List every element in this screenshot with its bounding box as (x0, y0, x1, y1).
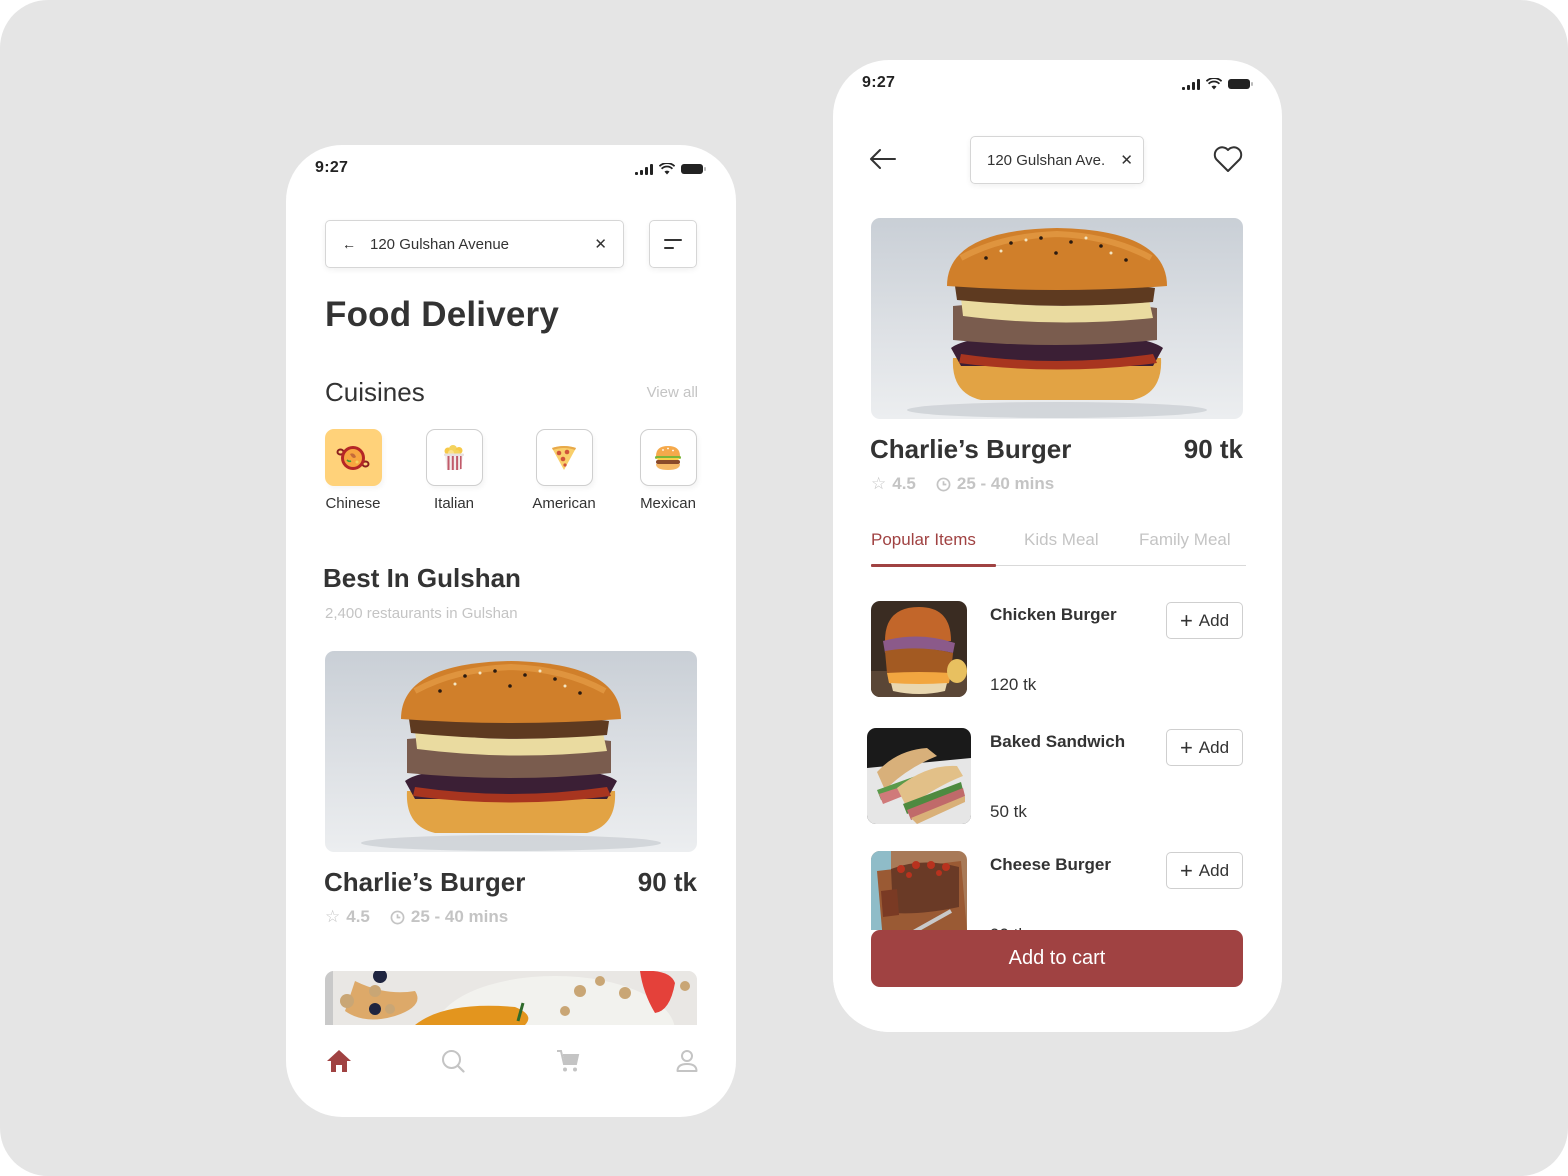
rating: 4.5 (346, 907, 370, 926)
cuisine-label: Mexican (640, 495, 696, 512)
restaurant-image[interactable] (325, 971, 697, 1025)
cuisine-american[interactable]: American (519, 429, 609, 512)
menu-tabs: Popular Items Kids Meal Family Meal (871, 530, 1246, 567)
add-label: Add (1198, 737, 1230, 757)
item-price: 50 tk (990, 802, 1027, 821)
canvas-background: 9:27 ← ✕ Food Delivery Cuisines View all… (0, 0, 1568, 1176)
burger-icon (639, 429, 697, 486)
restaurant-image[interactable] (325, 651, 697, 852)
page-title: Food Delivery (325, 295, 560, 334)
star-icon: ☆ (871, 474, 887, 493)
popcorn-icon (425, 429, 483, 486)
active-tab-indicator (871, 564, 996, 567)
status-time: 9:27 (315, 159, 349, 176)
wifi-icon (659, 163, 675, 175)
address-text: 120 Gulshan Ave. (987, 151, 1106, 169)
item-image (867, 728, 971, 824)
signal-icon (1182, 78, 1200, 90)
nav-cart[interactable] (553, 1046, 583, 1076)
restaurant-name: Charlie’s Burger (870, 434, 1072, 464)
heart-icon[interactable] (1213, 145, 1243, 173)
add-to-cart-button[interactable]: Add to cart (871, 930, 1243, 987)
add-label: Add (1198, 860, 1230, 880)
add-item-button[interactable]: + Add (1166, 602, 1243, 639)
item-price: 120 tk (990, 675, 1037, 694)
cuisine-italian[interactable]: Italian (409, 429, 499, 512)
cuisine-mexican[interactable]: Mexican (623, 429, 713, 512)
cuisines-heading: Cuisines (325, 377, 425, 407)
address-chip[interactable]: 120 Gulshan Ave. ✕ (970, 136, 1144, 184)
status-icons (1182, 78, 1253, 90)
star-icon: ☆ (325, 907, 341, 926)
restaurant-meta: ☆ 4.5 25 - 40 mins (325, 907, 508, 927)
plus-icon: + (1179, 607, 1193, 633)
restaurant-meta: ☆ 4.5 25 - 40 mins (871, 474, 1054, 494)
cuisine-chinese[interactable]: Chinese (308, 429, 398, 512)
arrow-left-icon[interactable]: ← (342, 236, 370, 252)
item-name: Baked Sandwich (990, 732, 1126, 751)
restaurant-detail-screen: 9:27 120 Gulshan Ave. ✕ Charlie’s Burger… (833, 60, 1282, 1032)
close-icon[interactable]: ✕ (1120, 151, 1133, 169)
tab-popular-items[interactable]: Popular Items (871, 530, 976, 550)
wifi-icon (1206, 78, 1222, 90)
status-icons (635, 163, 706, 175)
restaurant-name[interactable]: Charlie’s Burger (324, 867, 525, 898)
plus-icon: + (1179, 857, 1193, 883)
item-name: Cheese Burger (990, 855, 1111, 874)
tab-kids-meal[interactable]: Kids Meal (1024, 530, 1099, 550)
cart-icon (557, 1050, 580, 1072)
close-icon[interactable]: ✕ (594, 235, 607, 253)
nav-home[interactable] (324, 1046, 354, 1076)
home-screen: 9:27 ← ✕ Food Delivery Cuisines View all… (286, 145, 736, 1117)
user-icon (676, 1050, 698, 1072)
tab-family-meal[interactable]: Family Meal (1139, 530, 1231, 550)
restaurant-count: 2,400 restaurants in Gulshan (325, 605, 518, 622)
item-name: Chicken Burger (990, 605, 1117, 624)
status-time: 9:27 (862, 74, 896, 91)
paella-pan-icon (324, 429, 382, 486)
add-item-button[interactable]: + Add (1166, 729, 1243, 766)
menu-item: Chicken Burger 120 tk + Add (867, 601, 1247, 701)
restaurant-price: 90 tk (637, 867, 697, 897)
filter-icon-line-2 (664, 247, 674, 249)
battery-icon (1228, 79, 1253, 89)
clock-icon (390, 910, 405, 924)
address-input[interactable] (370, 235, 595, 253)
rating: 4.5 (892, 474, 916, 493)
view-all-link[interactable]: View all (647, 384, 698, 401)
filter-button[interactable] (649, 220, 697, 268)
pizza-slice-icon (535, 429, 593, 486)
address-search-field[interactable]: ← ✕ (325, 220, 624, 268)
nav-search[interactable] (438, 1046, 468, 1076)
filter-icon-line-1 (664, 239, 682, 241)
cuisine-label: American (532, 495, 596, 512)
add-label: Add (1198, 610, 1230, 630)
home-icon (327, 1050, 351, 1072)
delivery-time: 25 - 40 mins (410, 907, 509, 926)
item-image (871, 601, 967, 697)
plus-icon: + (1179, 734, 1193, 760)
search-icon (442, 1050, 465, 1073)
arrow-left-icon[interactable] (869, 147, 897, 171)
signal-icon (635, 163, 653, 175)
section-heading: Best In Gulshan (323, 563, 521, 593)
nav-profile[interactable] (672, 1046, 702, 1076)
add-item-button[interactable]: + Add (1166, 852, 1243, 889)
restaurant-price: 90 tk (1183, 434, 1243, 464)
bottom-nav (286, 1040, 736, 1084)
clock-icon (936, 477, 951, 491)
battery-icon (681, 164, 706, 174)
menu-item: Baked Sandwich 50 tk + Add (867, 728, 1247, 828)
cuisine-label: Italian (433, 495, 475, 512)
restaurant-image (871, 218, 1243, 419)
cuisine-label: Chinese (325, 495, 381, 512)
delivery-time: 25 - 40 mins (956, 474, 1055, 493)
